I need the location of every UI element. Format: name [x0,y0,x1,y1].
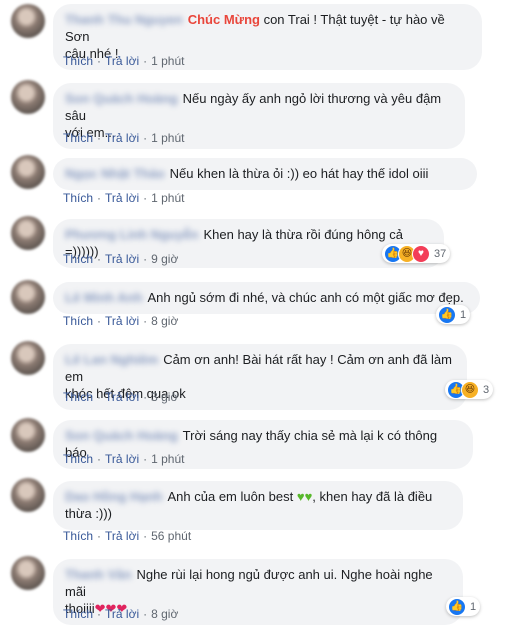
like-link[interactable]: Thích [63,607,93,621]
like-link[interactable]: Thích [63,314,93,328]
comment-actions: Thích · Trả lời · 1 phút [63,54,185,68]
avatar[interactable] [11,478,45,512]
comment-bubble: Ngọc Nhật Thảo Nếu khen là thừa ỏi :)) eo… [53,158,477,190]
avatar[interactable] [11,4,45,38]
comment-text: thừa :))) [65,506,112,521]
comment-bubble: Dao Hồng Hạnh Anh của em luôn best ♥♥, kh… [53,481,463,530]
comment-actions: Thích · Trả lời · 9 giờ [63,252,179,266]
reactions-summary[interactable]: 👍 😆 ♥ 37 [382,244,451,263]
comment-author[interactable]: Son Quách Hoàng [65,427,178,444]
like-link[interactable]: Thích [63,390,93,404]
comment-text: Anh ngủ sớm đi nhé, và chúc anh có một g… [147,290,464,305]
reply-link[interactable]: Trả lời [105,390,139,404]
comment-time[interactable]: 8 giờ [151,314,178,328]
comment-time[interactable]: 56 phút [151,529,191,543]
avatar[interactable] [11,341,45,375]
reply-link[interactable]: Trả lời [105,54,139,68]
like-link[interactable]: Thích [63,452,93,466]
comment-actions: Thích · Trả lời · 8 giờ [63,607,179,621]
comment-author[interactable]: Dao Hồng Hạnh [65,488,163,505]
comment-author[interactable]: Son Quách Hoàng [65,90,178,107]
comment-highlight: Chúc Mừng [187,12,260,27]
comment-text: , khen hay đã là điều [312,489,433,504]
reactions-summary[interactable]: 👍 😆 3 [445,380,494,399]
comment-author[interactable]: Thanh Vân [65,566,131,583]
reply-link[interactable]: Trả lời [105,131,139,145]
avatar[interactable] [11,556,45,590]
comment-text: Nếu khen là thừa ỏi :)) eo hát hay thế i… [169,166,429,181]
comment-time[interactable]: 9 giờ [151,252,178,266]
comment-author[interactable]: Thanh Thu Nguyen [65,11,183,28]
comment-actions: Thích · Trả lời · 8 giờ [63,314,179,328]
reply-link[interactable]: Trả lời [105,252,139,266]
avatar[interactable] [11,216,45,250]
reaction-count: 37 [434,247,447,260]
comment-author[interactable]: Lê Minh Anh [65,289,143,306]
comment-actions: Thích · Trả lời · 3 giờ [63,390,179,404]
love-icon: ♥ [412,244,430,263]
green-heart-icon: ♥♥ [296,489,313,504]
comment-actions: Thích · Trả lời · 1 phút [63,191,185,205]
comment-bubble: Lê Minh Anh Anh ngủ sớm đi nhé, và chúc a… [53,282,480,314]
comment-actions: Thích · Trả lời · 1 phút [63,452,185,466]
comment-time[interactable]: 1 phút [151,452,184,466]
comment-actions: Thích · Trả lời · 56 phút [63,529,192,543]
reaction-count: 1 [470,600,477,613]
comment-author[interactable]: Phương Linh Nguyễn [65,226,198,243]
comment-time[interactable]: 1 phút [151,54,184,68]
haha-icon: 😆 [461,380,479,399]
like-link[interactable]: Thích [63,252,93,266]
avatar[interactable] [11,280,45,314]
like-link[interactable]: Thích [63,529,93,543]
reaction-count: 1 [460,308,467,321]
avatar[interactable] [11,155,45,189]
reply-link[interactable]: Trả lời [105,314,139,328]
like-icon: 👍 [448,597,466,616]
like-link[interactable]: Thích [63,131,93,145]
comment-actions: Thích · Trả lời · 1 phút [63,131,185,145]
comment-time[interactable]: 1 phút [151,131,184,145]
like-link[interactable]: Thích [63,54,93,68]
comment-text: Anh của em luôn best [167,489,297,504]
comment-time[interactable]: 8 giờ [151,607,178,621]
comment-time[interactable]: 3 giờ [151,390,178,404]
comment-time[interactable]: 1 phút [151,191,184,205]
reaction-count: 3 [483,383,490,396]
comment-author[interactable]: Ngọc Nhật Thảo [65,165,165,182]
reply-link[interactable]: Trả lời [105,191,139,205]
reply-link[interactable]: Trả lời [105,452,139,466]
reactions-summary[interactable]: 👍 1 [446,597,481,616]
comment-author[interactable]: Lê Lan Nghiêm [65,351,158,368]
reactions-summary[interactable]: 👍 1 [436,305,471,324]
avatar[interactable] [11,418,45,452]
avatar[interactable] [11,80,45,114]
like-link[interactable]: Thích [63,191,93,205]
reply-link[interactable]: Trả lời [105,607,139,621]
like-icon: 👍 [438,305,456,324]
reply-link[interactable]: Trả lời [105,529,139,543]
